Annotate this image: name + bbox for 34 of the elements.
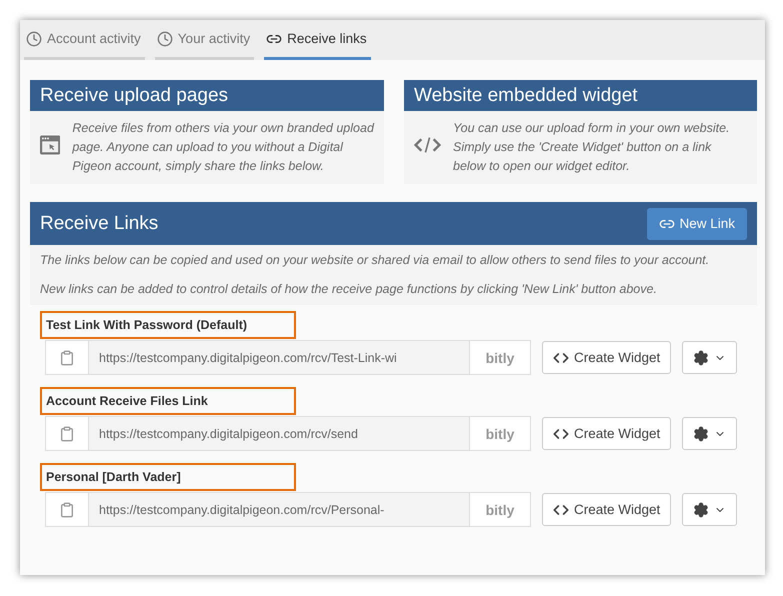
bitly-button[interactable]: bitly [470, 493, 530, 526]
card-title: Website embedded widget [404, 80, 757, 111]
settings-icon [693, 502, 710, 518]
settings-icon [693, 350, 710, 366]
link-name: Test Link With Password (Default) [40, 311, 296, 339]
settings-icon [693, 426, 710, 442]
card-description: You can use our upload form in your own website. Simply use the 'Create Widget' button on a link below to open our widget editor. [453, 120, 731, 175]
create-widget-button[interactable]: Create Widget [542, 417, 672, 450]
link-name: Account Receive Files Link [40, 387, 296, 415]
link-name: Personal [Darth Vader] [40, 463, 296, 491]
clock-icon [156, 30, 173, 46]
description-text: The links below can be copied and used on your website or shared via email to allow others to send files to your account. [40, 252, 710, 269]
card-description: Receive files from others via your own branded upload page. Anyone can upload to you without a Digital Pigeon account, simply share the links below. [72, 120, 374, 175]
url-field[interactable]: https://testcompany.digitalpigeon.com/rcv/send [88, 417, 470, 450]
section-title: Receive Links [40, 212, 158, 234]
settings-dropdown-button[interactable] [682, 493, 738, 526]
clock-icon [26, 30, 42, 46]
tab[interactable]: Receive links [264, 20, 371, 60]
url-field[interactable]: https://testcompany.digitalpigeon.com/rcv/Personal- [88, 493, 470, 526]
bitly-button[interactable]: bitly [470, 341, 530, 374]
url-field[interactable]: https://testcompany.digitalpigeon.com/rcv/Test-Link-wi [88, 341, 470, 374]
settings-dropdown-button[interactable] [682, 341, 738, 374]
tab[interactable]: Account activity [24, 20, 145, 60]
bitly-button[interactable]: bitly [470, 417, 530, 450]
create-widget-button[interactable]: Create Widget [542, 493, 672, 526]
new-link-button[interactable]: New Link [647, 208, 747, 240]
description-text: New links can be added to control details of how the receive page functions by clicking 'New Link' button above. [40, 281, 658, 298]
create-widget-button[interactable]: Create Widget [542, 341, 672, 374]
settings-dropdown-button[interactable] [682, 417, 738, 450]
tab[interactable]: Your activity [154, 20, 254, 60]
clipboard-icon [59, 426, 75, 442]
clipboard-icon [59, 502, 75, 518]
card-title: Receive upload pages [30, 80, 384, 111]
clipboard-icon [59, 350, 75, 366]
